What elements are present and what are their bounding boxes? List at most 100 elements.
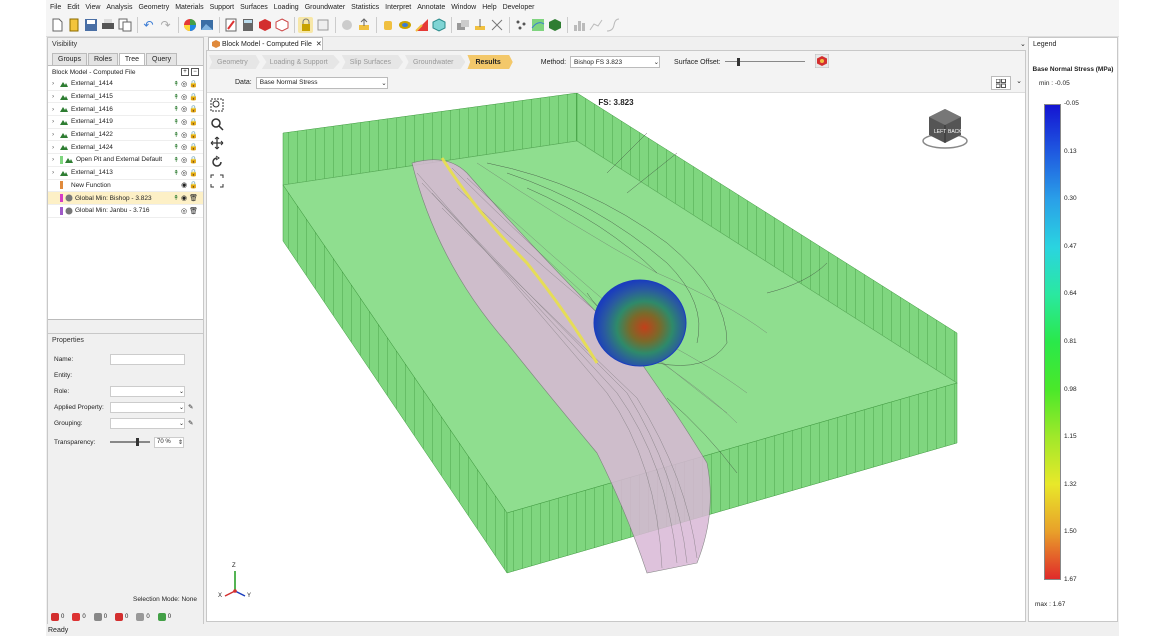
menu-item[interactable]: View	[85, 4, 100, 11]
hand-icon[interactable]	[380, 17, 395, 33]
expand-arrow-icon[interactable]: ›	[52, 156, 60, 163]
lock-icon[interactable]: 🔒	[189, 156, 198, 164]
visibility-eye-icon[interactable]: ◉	[181, 194, 187, 202]
tab-query[interactable]: Query	[146, 53, 178, 65]
transparency-spinbox[interactable]: 70 % ⇕	[154, 436, 184, 448]
cut-icon[interactable]	[489, 17, 504, 33]
image-icon[interactable]	[199, 17, 214, 33]
menu-item[interactable]: Geometry	[138, 4, 169, 11]
visibility-eye-icon[interactable]: ◎	[181, 80, 187, 88]
grouping-select[interactable]: ⌄	[110, 417, 185, 429]
expand-arrow-icon[interactable]: ›	[52, 118, 60, 125]
box-icon[interactable]	[547, 17, 562, 33]
workflow-step-groundwater[interactable]: Groundwater	[404, 55, 466, 69]
tab-tree[interactable]: Tree	[118, 53, 146, 65]
layout-grid-icon[interactable]	[991, 76, 1011, 90]
pin-icon[interactable]: ↟	[173, 131, 179, 139]
visibility-eye-icon[interactable]: ◎	[181, 156, 187, 164]
expand-arrow-icon[interactable]: ›	[52, 80, 60, 87]
tree-item[interactable]: New Function ◉ 🔒	[48, 180, 203, 193]
new-file-icon[interactable]	[49, 17, 64, 33]
data-select[interactable]: Base Normal Stress ⌄	[255, 76, 388, 89]
menu-item[interactable]: File	[50, 4, 61, 11]
workflow-step-geometry[interactable]: Geometry	[209, 55, 260, 69]
collapse-all-icon[interactable]: −	[191, 68, 199, 76]
document-tab[interactable]: Block Model - Computed File ✕	[208, 37, 323, 50]
expand-arrow-icon[interactable]: ›	[52, 144, 60, 151]
tree-item[interactable]: Global Min: Janbu - 3.716 ◎ 🗑	[48, 205, 203, 218]
workflow-step-results[interactable]: Results	[467, 55, 513, 69]
undo-icon[interactable]: ↶	[141, 17, 156, 33]
lock-select-icon[interactable]	[298, 17, 313, 33]
drill-icon[interactable]	[472, 17, 487, 33]
3d-viewport[interactable]: FS: 3.823 LEFT BACK Z X Y	[207, 93, 1025, 621]
dropdown-arrow-icon[interactable]: ⌄	[1016, 77, 1022, 85]
line-chart-icon[interactable]	[588, 17, 603, 33]
close-tab-icon[interactable]: ✕	[316, 40, 322, 48]
menu-item[interactable]: Edit	[67, 4, 79, 11]
surface-offset-icon[interactable]	[814, 53, 830, 70]
tree-item[interactable]: › External_1424 ↟ ◎ 🔒	[48, 141, 203, 155]
expand-arrow-icon[interactable]: ›	[52, 169, 60, 176]
menu-item[interactable]: Analysis	[106, 4, 132, 11]
tree-item[interactable]: › External_1422 ↟ ◎ 🔒	[48, 129, 203, 142]
lock-icon[interactable]: 🔒	[189, 169, 198, 177]
transparency-slider[interactable]	[110, 438, 150, 446]
print-icon[interactable]	[100, 17, 115, 33]
visibility-eye-icon[interactable]: ◎	[181, 131, 187, 139]
pin-icon[interactable]: ↟	[173, 169, 179, 177]
slice-icon[interactable]	[414, 17, 429, 33]
pencil-icon[interactable]: ✎	[188, 403, 193, 411]
layers-icon[interactable]	[455, 17, 470, 33]
menu-item[interactable]: Support	[210, 4, 235, 11]
surface-icon[interactable]	[397, 17, 412, 33]
grid-cube-icon[interactable]	[431, 17, 446, 33]
expand-arrow-icon[interactable]: ›	[52, 106, 60, 113]
compute-icon[interactable]	[257, 17, 272, 33]
tree-item[interactable]: › External_1415 ↟ ◎ 🔒	[48, 91, 203, 104]
pin-icon[interactable]: ↟	[173, 93, 179, 101]
workflow-step-slip-surfaces[interactable]: Slip Surfaces	[341, 55, 403, 69]
lock-icon[interactable]: 🔒	[189, 131, 198, 139]
pin-icon[interactable]: ↟	[173, 105, 179, 113]
menu-item[interactable]: Materials	[175, 4, 203, 11]
pin-icon[interactable]: ↟	[173, 143, 179, 151]
visibility-eye-icon[interactable]: ◎	[181, 207, 187, 215]
transparency-slider-thumb[interactable]	[136, 438, 139, 446]
pin-icon[interactable]: ↟	[173, 194, 179, 202]
expand-arrow-icon[interactable]: ›	[52, 93, 60, 100]
save-icon[interactable]	[83, 17, 98, 33]
edit-icon[interactable]	[223, 17, 238, 33]
curve-chart-icon[interactable]	[605, 17, 620, 33]
visibility-eye-icon[interactable]: ◎	[181, 143, 187, 151]
delete-icon[interactable]: 🗑	[189, 207, 198, 215]
bar-chart-icon[interactable]	[571, 17, 586, 33]
menu-item[interactable]: Developer	[503, 4, 535, 11]
expand-all-icon[interactable]: +	[181, 68, 189, 76]
menu-item[interactable]: Interpret	[385, 4, 411, 11]
lock-icon[interactable]: 🔒	[189, 105, 198, 113]
tree-item[interactable]: Global Min: Bishop - 3.823 ↟ ◉ 🗑	[48, 192, 203, 205]
tab-groups[interactable]: Groups	[52, 53, 87, 65]
role-select[interactable]: ⌄	[110, 385, 185, 397]
upload-icon[interactable]	[356, 17, 371, 33]
erase-icon[interactable]	[315, 17, 330, 33]
pin-icon[interactable]: ↟	[173, 118, 179, 126]
pin-icon[interactable]: ↟	[173, 80, 179, 88]
visibility-eye-icon[interactable]: ◎	[181, 105, 187, 113]
wizard-icon[interactable]	[339, 17, 354, 33]
pencil-icon[interactable]: ✎	[188, 419, 193, 427]
menu-item[interactable]: Groundwater	[305, 4, 345, 11]
copy-icon[interactable]	[117, 17, 132, 33]
menu-item[interactable]: Loading	[274, 4, 299, 11]
menu-item[interactable]: Window	[451, 4, 476, 11]
visibility-eye-icon[interactable]: ◎	[181, 118, 187, 126]
expand-arrow-icon[interactable]: ›	[52, 131, 60, 138]
open-file-icon[interactable]	[66, 17, 81, 33]
delete-icon[interactable]: 🗑	[189, 194, 198, 202]
points-icon[interactable]	[513, 17, 528, 33]
workflow-step-loading-support[interactable]: Loading & Support	[261, 55, 340, 69]
color-wheel-icon[interactable]	[182, 17, 197, 33]
panel-menu-icon[interactable]: ⌄	[1020, 40, 1026, 48]
lock-icon[interactable]: 🔒	[189, 93, 198, 101]
